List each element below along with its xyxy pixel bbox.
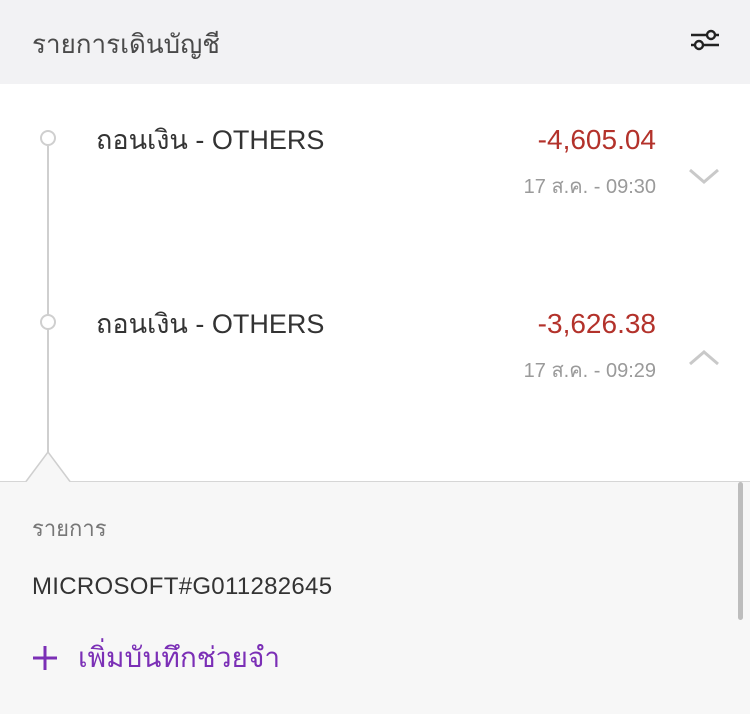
transaction-title: ถอนเงิน - OTHERS — [96, 309, 325, 339]
transaction-date: 17 ส.ค. - 09:29 — [523, 360, 656, 382]
page-title: รายการเดินบัญชี — [32, 30, 220, 60]
transaction-title: ถอนเงิน - OTHERS — [96, 125, 325, 155]
transaction-date: 17 ส.ค. - 09:30 — [523, 176, 656, 198]
plus-icon — [33, 646, 57, 670]
timeline-dot — [40, 314, 56, 330]
timeline-dot — [40, 130, 56, 146]
panel-pointer — [25, 450, 71, 482]
add-note-label: เพิ่มบันทึกช่วยจำ — [78, 641, 281, 674]
detail-value: MICROSOFT#G011282645 — [32, 573, 333, 600]
filter-button[interactable] — [686, 24, 724, 56]
transaction-detail-panel: รายการ MICROSOFT#G011282645 เพิ่มบันทึกช… — [0, 481, 750, 714]
add-note-button[interactable]: เพิ่มบันทึกช่วยจำ — [30, 638, 280, 678]
transaction-item[interactable]: ถอนเงิน - OTHERS -3,626.38 17 ส.ค. - 09:… — [0, 302, 750, 412]
chevron-up-icon[interactable] — [686, 346, 722, 370]
scrollbar[interactable] — [738, 482, 743, 620]
chevron-down-icon[interactable] — [686, 164, 722, 188]
header-bar: รายการเดินบัญชี — [0, 0, 750, 84]
detail-label: รายการ — [32, 517, 107, 542]
sliders-icon — [691, 29, 719, 51]
transaction-item[interactable]: ถอนเงิน - OTHERS -4,605.04 17 ส.ค. - 09:… — [0, 118, 750, 228]
transaction-amount: -3,626.38 — [537, 308, 656, 339]
transaction-amount: -4,605.04 — [537, 124, 656, 155]
